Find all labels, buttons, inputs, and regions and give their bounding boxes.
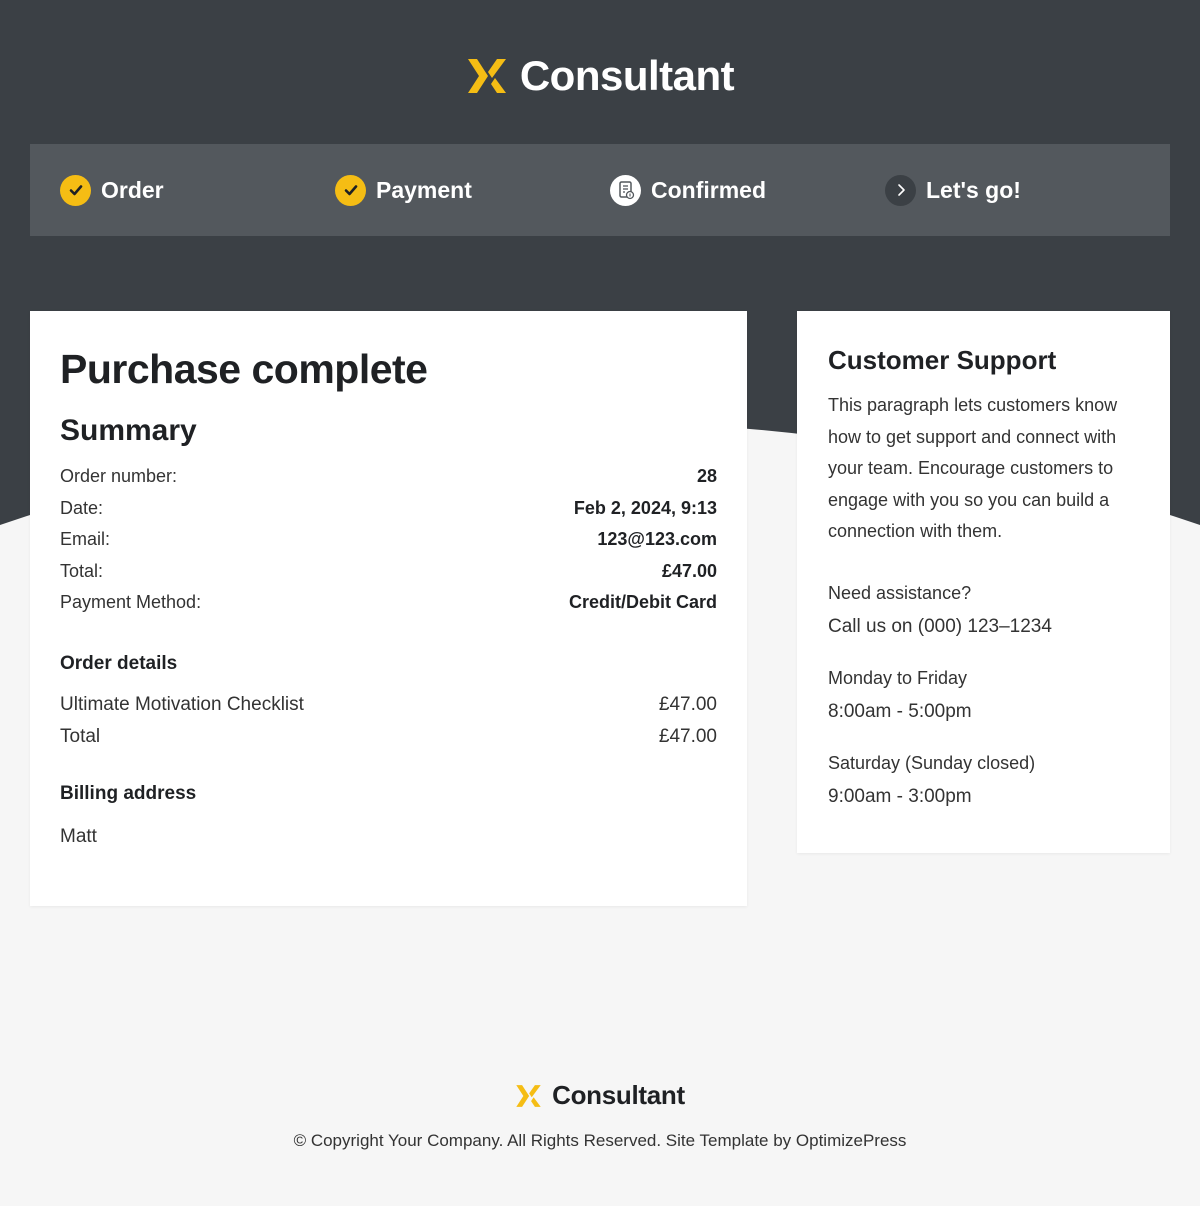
chevron-right-icon	[885, 174, 916, 206]
item-price: £47.00	[658, 725, 717, 747]
check-circle-icon	[335, 174, 366, 206]
brand-name: Consultant	[519, 52, 735, 99]
support-paragraph: This paragraph lets customers know how t…	[828, 395, 1118, 542]
check-circle-icon	[60, 174, 91, 206]
step-confirmed[interactable]: Confirmed	[580, 174, 855, 206]
order-item-row: Ultimate Motivation Checklist £47.00	[60, 689, 717, 721]
summary-value: Credit/Debit Card	[568, 592, 717, 613]
support-contact: Need assistance? Call us on (000) 123–12…	[828, 577, 1140, 643]
checkout-steps: Order Payment Confirmed Let's go!	[30, 144, 1170, 236]
summary-label: Email:	[60, 529, 111, 550]
saturday-label: Saturday (Sunday closed)	[828, 752, 1036, 773]
summary-label: Order number:	[60, 466, 178, 487]
header-logo[interactable]: Consultant	[0, 52, 1200, 100]
summary-row-date: Date: Feb 2, 2024, 9:13	[60, 493, 717, 525]
summary-value: £47.00	[661, 560, 717, 581]
footer-brand-name: Consultant	[552, 1080, 685, 1110]
assist-label: Need assistance?	[828, 582, 972, 603]
consultant-logo-icon	[516, 1084, 541, 1107]
item-name: Total	[60, 725, 101, 747]
step-label: Confirmed	[651, 176, 766, 203]
receipt-icon	[610, 174, 641, 206]
saturday-hours: Saturday (Sunday closed) 9:00am - 3:00pm	[828, 747, 1140, 813]
support-title: Customer Support	[828, 345, 1057, 375]
billing-name: Matt	[60, 825, 97, 847]
step-order[interactable]: Order	[30, 174, 305, 206]
summary-row-payment-method: Payment Method: Credit/Debit Card	[60, 587, 717, 619]
copyright-text: © Copyright Your Company. All Rights Res…	[293, 1131, 907, 1150]
page-title: Purchase complete	[60, 346, 428, 392]
footer: Consultant © Copyright Your Company. All…	[0, 1080, 1200, 1151]
weekday-hours: Monday to Friday 8:00am - 5:00pm	[828, 662, 1140, 728]
phone-line[interactable]: Call us on (000) 123–1234	[828, 610, 1140, 643]
item-name: Ultimate Motivation Checklist	[60, 693, 304, 715]
footer-logo[interactable]: Consultant	[0, 1080, 1200, 1111]
summary-title: Summary	[60, 414, 197, 448]
item-price: £47.00	[658, 693, 717, 715]
summary-value: 123@123.com	[597, 529, 717, 550]
consultant-logo-icon	[467, 59, 506, 93]
summary-label: Payment Method:	[60, 592, 202, 613]
order-total-row: Total £47.00	[60, 721, 717, 753]
summary-label: Date:	[60, 497, 104, 518]
step-label: Let's go!	[926, 176, 1021, 203]
weekday-time: 8:00am - 5:00pm	[828, 700, 972, 722]
summary-row-email: Email: 123@123.com	[60, 524, 717, 556]
step-lets-go[interactable]: Let's go!	[855, 174, 1130, 206]
summary-value: Feb 2, 2024, 9:13	[573, 497, 717, 518]
summary-label: Total:	[60, 560, 104, 581]
summary-row-order-number: Order number: 28	[60, 461, 717, 493]
billing-address-title: Billing address	[60, 782, 197, 804]
order-details-title: Order details	[60, 652, 178, 674]
saturday-time: 9:00am - 3:00pm	[828, 785, 972, 807]
customer-support-card: Customer Support This paragraph lets cus…	[797, 311, 1170, 853]
purchase-card: Purchase complete Summary Order number: …	[30, 311, 747, 906]
step-label: Payment	[376, 176, 472, 203]
step-label: Order	[101, 176, 164, 203]
weekday-label: Monday to Friday	[828, 667, 968, 688]
summary-row-total: Total: £47.00	[60, 556, 717, 588]
summary-value: 28	[696, 466, 717, 487]
step-payment[interactable]: Payment	[305, 174, 580, 206]
